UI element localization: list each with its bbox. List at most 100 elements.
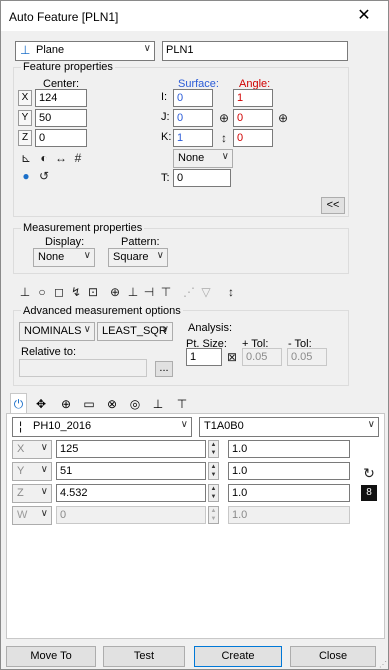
probe-w-stepper[interactable]: ▲ ▼ bbox=[208, 506, 219, 524]
probe-y-input[interactable]: 51 bbox=[56, 462, 206, 480]
tab-cancel[interactable]: ⊗ bbox=[103, 394, 121, 414]
flip-angle-icon[interactable]: ⊕ bbox=[275, 110, 291, 126]
rotate-icon[interactable]: ↻ bbox=[361, 465, 377, 481]
relative-to-input[interactable] bbox=[19, 359, 147, 377]
grid-icon[interactable]: # bbox=[70, 150, 86, 166]
window-title: Auto Feature [PLN1] bbox=[9, 10, 119, 24]
y-axis-select[interactable]: Y ∨ bbox=[12, 462, 52, 481]
chevron-down-icon: ∨ bbox=[156, 250, 164, 261]
relative-to-browse-button[interactable]: ... bbox=[155, 361, 173, 377]
nominals-select[interactable]: NOMINALS ∨ bbox=[19, 322, 95, 341]
w-axis-select[interactable]: W ∨ bbox=[12, 506, 52, 525]
probe-x-scale-input[interactable]: 1.0 bbox=[228, 440, 350, 458]
clearance-icon[interactable]: ⊡ bbox=[85, 284, 101, 300]
minus-tol-input[interactable]: 0.05 bbox=[287, 348, 327, 366]
chevron-down-icon: ∨ bbox=[143, 43, 151, 54]
j-label: J: bbox=[161, 111, 170, 123]
w-axis-label: W bbox=[17, 509, 28, 521]
read-position-icon[interactable]: ● bbox=[18, 168, 34, 184]
center-y-input[interactable]: 50 bbox=[35, 109, 87, 127]
create-button[interactable]: Create bbox=[194, 646, 282, 667]
angle-i-input[interactable]: 1 bbox=[233, 89, 273, 107]
tab-probe[interactable]: ⏻ bbox=[10, 393, 27, 414]
height-tab-icon: ⊤ bbox=[176, 397, 188, 411]
probe-icon: ¦ bbox=[19, 419, 23, 433]
analysis-label: Analysis: bbox=[188, 322, 233, 334]
scan-icon[interactable]: ⋰ bbox=[181, 284, 197, 300]
target-icon[interactable]: ⊕ bbox=[107, 284, 123, 300]
read-pos-icon[interactable]: ↯ bbox=[68, 284, 84, 300]
cancel-tab-icon: ⊗ bbox=[106, 397, 118, 411]
probe-align-icon[interactable]: ↕ bbox=[223, 284, 239, 300]
depth-tab-icon: ⊥ bbox=[152, 397, 164, 411]
close-button[interactable]: Close bbox=[290, 646, 376, 667]
feature-type-select[interactable]: ⊥ Plane ∨ bbox=[15, 41, 155, 61]
center-z-input[interactable]: 0 bbox=[35, 129, 87, 147]
plus-tol-input[interactable]: 0.05 bbox=[242, 348, 282, 366]
none-select[interactable]: None ∨ bbox=[173, 149, 233, 168]
z-axis-select[interactable]: Z ∨ bbox=[12, 484, 52, 503]
tab-cylinder[interactable]: ◎ bbox=[126, 394, 144, 414]
resize-grip-icon[interactable]: ⋰ bbox=[379, 660, 387, 669]
probe-z-stepper[interactable]: ▲ ▼ bbox=[208, 484, 219, 502]
flip-vector-icon[interactable]: ⊕ bbox=[216, 110, 232, 126]
probe-y-stepper[interactable]: ▲ ▼ bbox=[208, 462, 219, 480]
tab-height[interactable]: ⊤ bbox=[173, 394, 191, 414]
edge-icon[interactable]: ⊣ bbox=[141, 284, 157, 300]
auto-feature-dialog: Auto Feature [PLN1] ✕ ⊥ Plane ∨ PLN1 Fea… bbox=[0, 0, 389, 670]
probe-y-scale-input[interactable]: 1.0 bbox=[228, 462, 350, 480]
fit-select[interactable]: LEAST_SQR ∨ bbox=[97, 322, 173, 341]
tab-wrist[interactable]: ✥ bbox=[32, 394, 50, 414]
center-x-input[interactable]: 124 bbox=[35, 89, 87, 107]
pattern-select-value: Square bbox=[113, 251, 149, 263]
y-axis-button[interactable]: Y bbox=[18, 110, 32, 126]
z-axis-label: Z bbox=[17, 487, 24, 499]
reset-icon[interactable]: ↺ bbox=[36, 168, 52, 184]
wrist-tab-icon: ✥ bbox=[35, 397, 47, 411]
probe-tab-icon: ⏻ bbox=[13, 397, 24, 411]
display-label: Display: bbox=[45, 236, 85, 248]
move-to-button[interactable]: Move To bbox=[6, 646, 96, 667]
analysis-view-icon[interactable]: ⊠ bbox=[224, 349, 240, 365]
probe-z-scale-input[interactable]: 1.0 bbox=[228, 484, 350, 502]
z-axis-button[interactable]: Z bbox=[18, 130, 32, 146]
close-icon[interactable]: ✕ bbox=[347, 5, 381, 27]
filter-icon[interactable]: ▽ bbox=[198, 284, 214, 300]
auto-wrist-icon[interactable]: ○ bbox=[34, 284, 50, 300]
find-nominal-icon[interactable]: ◐ bbox=[36, 150, 52, 166]
thickness-input[interactable]: 0 bbox=[173, 169, 231, 187]
surface-i-input[interactable]: 0 bbox=[173, 89, 213, 107]
probe-select[interactable]: ¦ PH10_2016 ∨ bbox=[12, 417, 192, 437]
angle-k-input[interactable]: 0 bbox=[233, 129, 273, 147]
probe-w-input[interactable]: 0 bbox=[56, 506, 206, 524]
probe-x-stepper[interactable]: ▲ ▼ bbox=[208, 440, 219, 458]
sample-hits-icon[interactable]: ⊥ bbox=[17, 284, 33, 300]
distance-icon[interactable]: ↔ bbox=[53, 150, 69, 166]
digit-icon[interactable]: 8 bbox=[361, 485, 377, 501]
probe-w-scale-input[interactable]: 1.0 bbox=[228, 506, 350, 524]
pt-size-input[interactable]: 1 bbox=[186, 348, 222, 366]
display-select[interactable]: None ∨ bbox=[33, 248, 95, 267]
feature-id-input[interactable]: PLN1 bbox=[162, 41, 348, 61]
surface-j-input[interactable]: 0 bbox=[173, 109, 213, 127]
probe-z-input[interactable]: 4.532 bbox=[56, 484, 206, 502]
surface-k-input[interactable]: 1 bbox=[173, 129, 213, 147]
t-label: T: bbox=[161, 172, 170, 184]
tab-comment[interactable]: ▭ bbox=[80, 394, 98, 414]
x-axis-button[interactable]: X bbox=[18, 90, 32, 106]
tab-depth[interactable]: ⊥ bbox=[149, 394, 167, 414]
normal-vector-icon[interactable]: ↕ bbox=[216, 130, 232, 146]
tip-select[interactable]: T1A0B0 ∨ bbox=[199, 417, 379, 437]
height-icon[interactable]: ⊤ bbox=[158, 284, 174, 300]
probe-x-input[interactable]: 125 bbox=[56, 440, 206, 458]
depth-icon[interactable]: ⊥ bbox=[125, 284, 141, 300]
tab-target[interactable]: ⊕ bbox=[57, 394, 75, 414]
pattern-select[interactable]: Square ∨ bbox=[108, 248, 168, 267]
angle-j-input[interactable]: 0 bbox=[233, 109, 273, 127]
pattern-label: Pattern: bbox=[121, 236, 160, 248]
point-mode-icon[interactable]: ⊾ bbox=[18, 150, 34, 166]
find-hole-icon[interactable]: ◻ bbox=[51, 284, 67, 300]
test-button[interactable]: Test bbox=[103, 646, 185, 667]
collapse-button[interactable]: << bbox=[321, 197, 345, 214]
x-axis-select[interactable]: X ∨ bbox=[12, 440, 52, 459]
